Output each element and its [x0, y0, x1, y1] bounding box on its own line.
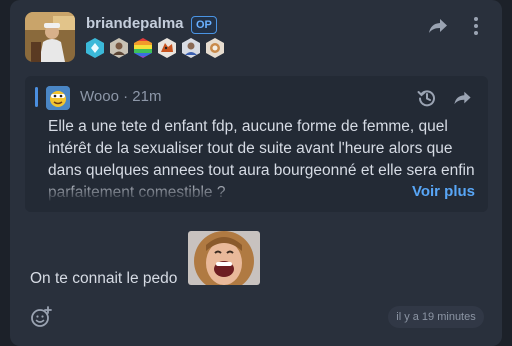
quote-indicator-bar	[35, 87, 38, 107]
quote-header: Wooo · 21m	[80, 88, 161, 105]
laughing-sticker[interactable]	[188, 231, 260, 285]
user-badges	[84, 37, 226, 59]
username[interactable]: briandepalma	[86, 15, 184, 32]
see-more-link[interactable]: Voir plus	[412, 183, 475, 200]
post-message: On te connait le pedo	[30, 270, 178, 287]
post-timestamp: il y a 19 minutes	[388, 306, 484, 328]
clock-badge-icon[interactable]	[204, 37, 226, 59]
quoted-post[interactable]: Wooo · 21m Elle a une tete d enfant fdp,…	[25, 76, 488, 212]
quote-separator: ·	[123, 88, 129, 105]
quote-author-name[interactable]: Wooo	[80, 88, 119, 105]
quote-author-avatar[interactable]	[46, 86, 70, 110]
history-icon[interactable]	[417, 88, 437, 108]
user-avatar[interactable]	[25, 12, 75, 62]
portrait-badge-icon[interactable]	[108, 37, 130, 59]
add-reaction-icon[interactable]	[30, 306, 52, 328]
rainbow-badge-icon[interactable]	[132, 37, 154, 59]
op-badge: OP	[191, 16, 217, 34]
quote-share-icon[interactable]	[453, 89, 472, 107]
shield-badge-icon[interactable]	[180, 37, 202, 59]
diamond-badge-icon[interactable]	[84, 37, 106, 59]
more-options-icon[interactable]	[470, 15, 482, 37]
share-icon[interactable]	[428, 16, 448, 36]
wolf-badge-icon[interactable]	[156, 37, 178, 59]
quote-time: 21m	[132, 88, 162, 105]
